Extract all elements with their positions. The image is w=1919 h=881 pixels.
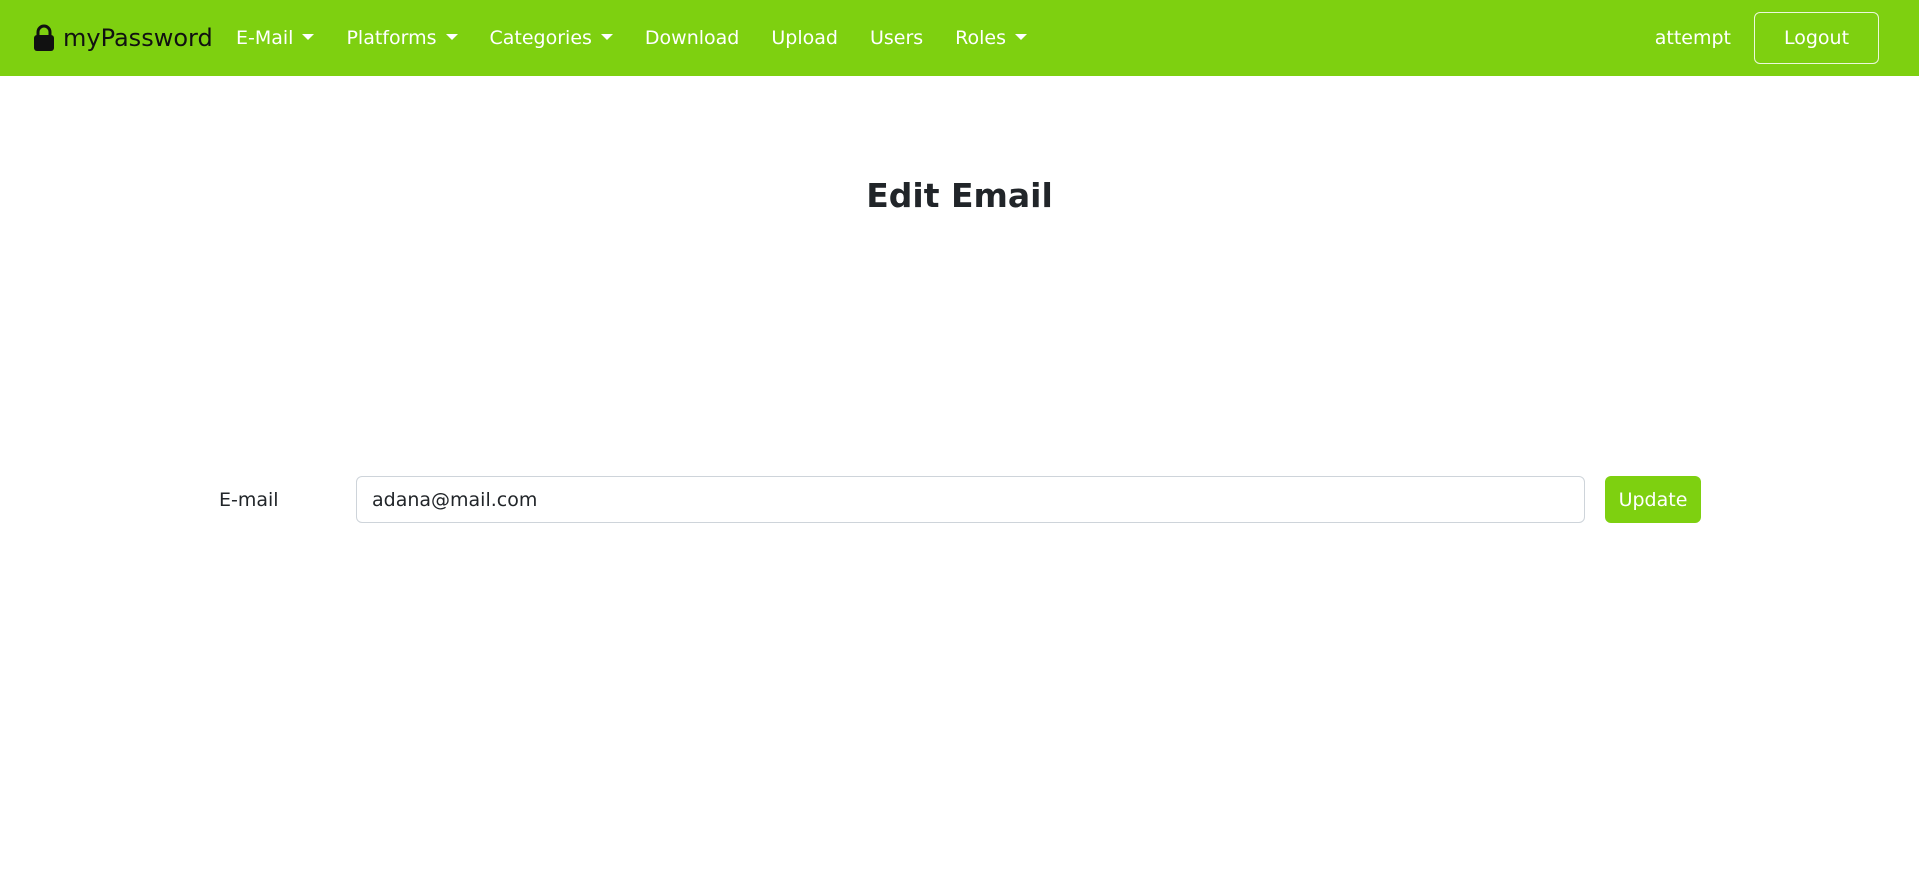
nav-platforms-label: Platforms: [346, 27, 437, 49]
nav-upload-link[interactable]: Upload: [755, 27, 854, 49]
top-navbar: myPassword E-Mail Platforms Categories D…: [0, 0, 1919, 76]
caret-down-icon: [302, 34, 315, 40]
nav-users-link[interactable]: Users: [854, 27, 939, 49]
lock-icon: [33, 24, 55, 52]
username-label: attempt: [1654, 27, 1731, 49]
update-button[interactable]: Update: [1605, 476, 1701, 523]
nav-download-label: Download: [644, 27, 740, 49]
nav-email-label: E-Mail: [236, 27, 294, 49]
edit-email-form: E-mail Update: [0, 476, 1919, 523]
brand-label: myPassword: [63, 24, 213, 52]
brand-link[interactable]: myPassword: [33, 0, 213, 76]
nav-links: E-Mail Platforms Categories Download Upl…: [220, 0, 1043, 76]
nav-roles-label: Roles: [955, 27, 1007, 49]
page-title: Edit Email: [866, 176, 1053, 215]
nav-download-link[interactable]: Download: [629, 27, 755, 49]
nav-categories-dropdown[interactable]: Categories: [474, 27, 629, 49]
nav-email-dropdown[interactable]: E-Mail: [220, 27, 330, 49]
logout-button[interactable]: Logout: [1754, 12, 1879, 64]
nav-upload-label: Upload: [771, 27, 838, 49]
nav-platforms-dropdown[interactable]: Platforms: [330, 27, 473, 49]
email-field[interactable]: [356, 476, 1585, 523]
caret-down-icon: [445, 34, 458, 40]
nav-user-area: attempt Logout: [1655, 0, 1879, 76]
nav-categories-label: Categories: [489, 27, 592, 49]
nav-roles-dropdown[interactable]: Roles: [939, 27, 1043, 49]
caret-down-icon: [1015, 34, 1028, 40]
caret-down-icon: [600, 34, 613, 40]
email-field-label: E-mail: [219, 488, 279, 511]
nav-users-label: Users: [869, 27, 924, 49]
